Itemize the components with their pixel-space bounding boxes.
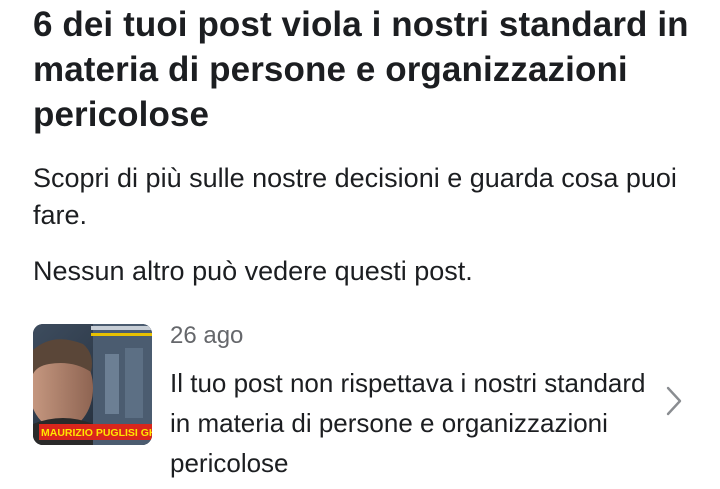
chevron-right-icon[interactable] — [664, 385, 684, 417]
thumbnail-caption: MAURIZIO PUGLISI GH — [41, 427, 152, 439]
removed-post-item[interactable]: MAURIZIO PUGLISI GH 26 ago Il tuo post n… — [0, 315, 720, 489]
post-date: 26 ago — [170, 322, 244, 349]
post-thumbnail: MAURIZIO PUGLISI GH — [33, 324, 152, 445]
post-violation-message: Il tuo post non rispettava i nostri stan… — [170, 368, 646, 478]
page-title: 6 dei tuoi post viola i nostri standard … — [33, 5, 689, 134]
visibility-note: Nessun altro può vedere questi post. — [33, 256, 473, 286]
page-subtitle: Scopri di più sulle nostre decisioni e g… — [33, 163, 677, 230]
